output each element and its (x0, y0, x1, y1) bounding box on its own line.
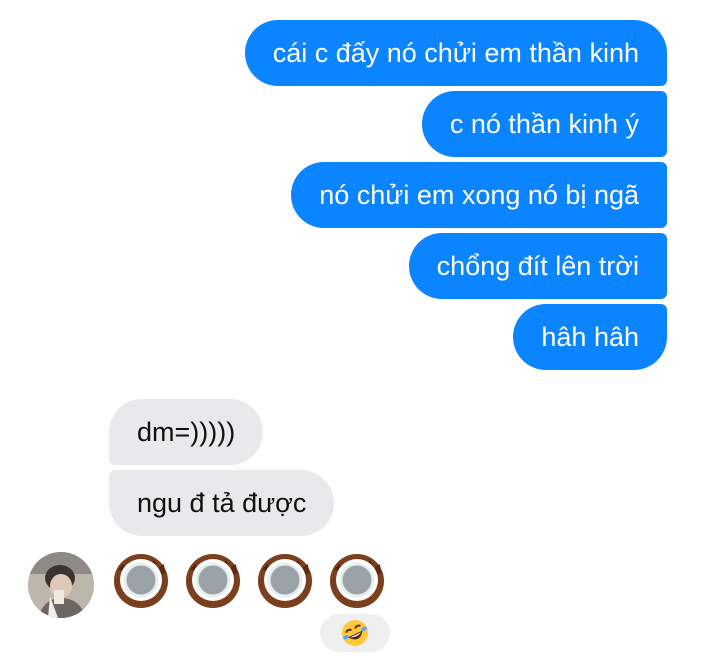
sent-message[interactable]: nó chửi em xong nó bị ngã (291, 162, 667, 228)
received-message[interactable]: ngu đ tả được (109, 470, 335, 536)
emoji-message[interactable] (110, 548, 388, 618)
rolling-on-floor-laughing-emoji (342, 620, 368, 646)
coconut-emoji (258, 554, 312, 608)
coconut-emoji (330, 554, 384, 608)
coconut-emoji (114, 554, 168, 608)
sent-message[interactable]: chổng đít lên trời (408, 233, 667, 299)
avatar-photo (28, 552, 94, 618)
sent-message[interactable]: c nó thần kinh ý (421, 91, 667, 157)
sent-message[interactable]: cái c đấy nó chửi em thần kinh (244, 20, 667, 86)
sent-message[interactable]: hâh hâh (513, 304, 667, 370)
coconut-emoji (186, 554, 240, 608)
reaction-badge[interactable] (318, 612, 392, 654)
avatar[interactable] (28, 552, 94, 618)
received-message[interactable]: dm=))))) (109, 399, 264, 465)
